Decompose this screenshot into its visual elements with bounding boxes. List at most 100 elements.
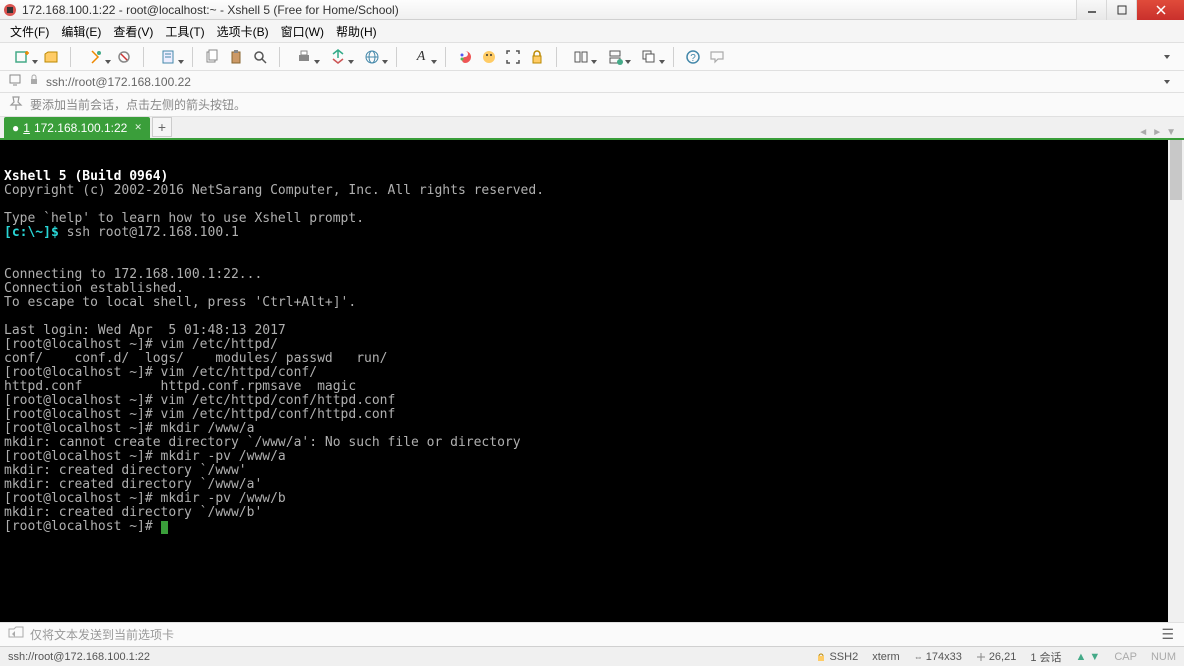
copy-button[interactable]	[203, 48, 221, 66]
status-ssh: SSH2	[816, 651, 858, 663]
menu-help[interactable]: 帮助(H)	[336, 23, 377, 40]
send-placeholder[interactable]: 仅将文本发送到当前选项卡	[30, 626, 174, 643]
statusbar: ssh://root@172.168.100.1:22 SSH2 xterm ⇔…	[0, 646, 1184, 666]
menu-tabs[interactable]: 选项卡(B)	[217, 23, 269, 40]
terminal-line	[4, 198, 1180, 212]
infobar: 要添加当前会话，点击左侧的箭头按钮。	[0, 93, 1184, 117]
tab-label: 172.168.100.1:22	[34, 121, 127, 135]
fullscreen-button[interactable]	[504, 48, 522, 66]
lock-button[interactable]	[528, 48, 546, 66]
tab-close-icon[interactable]: ✕	[134, 122, 142, 133]
find-button[interactable]	[251, 48, 269, 66]
color-scheme-button[interactable]	[456, 48, 474, 66]
app-icon	[2, 2, 18, 18]
tab-prev-icon[interactable]: ◄	[1138, 127, 1148, 138]
minimize-button[interactable]	[1076, 0, 1106, 20]
addressbar: ssh://root@172.168.100.22	[0, 71, 1184, 93]
status-cap: CAP	[1114, 651, 1137, 663]
help-button[interactable]: ?	[684, 48, 702, 66]
window-title: 172.168.100.1:22 - root@localhost:~ - Xs…	[22, 3, 399, 17]
svg-text:?: ?	[690, 53, 696, 64]
close-button[interactable]	[1136, 0, 1184, 20]
menu-tools[interactable]: 工具(T)	[165, 23, 204, 40]
language-button[interactable]	[358, 48, 386, 66]
menubar: 文件(F) 编辑(E) 查看(V) 工具(T) 选项卡(B) 窗口(W) 帮助(…	[0, 20, 1184, 43]
arrange-h-button[interactable]	[567, 48, 595, 66]
status-pos: 26,21	[976, 651, 1017, 663]
status-arrows[interactable]: ▲ ▼	[1076, 651, 1101, 663]
terminal-line: Last login: Wed Apr 5 01:48:13 2017	[4, 324, 1180, 338]
terminal-line: [root@localhost ~]# vim /etc/httpd/conf/…	[4, 394, 1180, 408]
pin-icon[interactable]	[8, 95, 24, 114]
terminal-line	[4, 254, 1180, 268]
toolbar: A ?	[0, 43, 1184, 71]
scrollbar-vertical[interactable]	[1168, 140, 1184, 622]
disconnect-button[interactable]	[115, 48, 133, 66]
open-button[interactable]	[42, 48, 60, 66]
tab-active[interactable]: ● 1 172.168.100.1:22 ✕	[4, 117, 150, 138]
hamburger-icon[interactable]: ☰	[1161, 626, 1174, 643]
terminal-line	[4, 240, 1180, 254]
titlebar: 172.168.100.1:22 - root@localhost:~ - Xs…	[0, 0, 1184, 20]
terminal-line: Connecting to 172.168.100.1:22...	[4, 268, 1180, 282]
paste-button[interactable]	[227, 48, 245, 66]
properties-button[interactable]	[154, 48, 182, 66]
terminal-line: mkdir: cannot create directory `/www/a':…	[4, 436, 1180, 450]
reconnect-button[interactable]	[81, 48, 109, 66]
status-sessions: 1 会话	[1030, 649, 1061, 665]
sendbar: 仅将文本发送到当前选项卡 ☰	[0, 622, 1184, 646]
toolbar-dropdown[interactable]	[1158, 48, 1176, 66]
terminal-line: Type `help' to learn how to use Xshell p…	[4, 212, 1180, 226]
lock-small-icon	[28, 74, 40, 89]
terminal-line: To escape to local shell, press 'Ctrl+Al…	[4, 296, 1180, 310]
host-icon	[8, 73, 22, 90]
tab-number: 1	[23, 121, 30, 135]
new-session-button[interactable]	[8, 48, 36, 66]
terminal-line: Copyright (c) 2002-2016 NetSarang Comput…	[4, 184, 1180, 198]
print-button[interactable]	[290, 48, 318, 66]
menu-file[interactable]: 文件(F)	[10, 23, 49, 40]
transfer-button[interactable]	[324, 48, 352, 66]
terminal-line: conf/ conf.d/ logs/ modules/ passwd run/	[4, 352, 1180, 366]
tab-bullet-icon: ●	[12, 121, 19, 135]
send-icon[interactable]	[8, 626, 24, 643]
terminal-line: httpd.conf httpd.conf.rpmsave magic	[4, 380, 1180, 394]
menu-edit[interactable]: 编辑(E)	[61, 23, 101, 40]
font-button[interactable]: A	[407, 48, 435, 66]
window-buttons	[1076, 0, 1184, 20]
terminal-line: mkdir: created directory `/www/a'	[4, 478, 1180, 492]
tab-next-icon[interactable]: ►	[1152, 127, 1162, 138]
status-address: ssh://root@172.168.100.1:22	[8, 651, 802, 663]
terminal-line: Xshell 5 (Build 0964)	[4, 170, 1180, 184]
terminal-line: [root@localhost ~]#	[4, 520, 1180, 534]
address-dropdown[interactable]	[1158, 73, 1176, 91]
terminal-line: [c:\~]$ ssh root@172.168.100.1	[4, 226, 1180, 240]
chat-button[interactable]	[708, 48, 726, 66]
terminal-line: [root@localhost ~]# mkdir /www/a	[4, 422, 1180, 436]
terminal-line: [root@localhost ~]# vim /etc/httpd/conf/	[4, 366, 1180, 380]
script-button[interactable]	[480, 48, 498, 66]
terminal-line: [root@localhost ~]# mkdir -pv /www/a	[4, 450, 1180, 464]
terminal-line: [root@localhost ~]# vim /etc/httpd/conf/…	[4, 408, 1180, 422]
terminal-line: mkdir: created directory `/www'	[4, 464, 1180, 478]
status-num: NUM	[1151, 651, 1176, 663]
terminal-line: [root@localhost ~]# mkdir -pv /www/b	[4, 492, 1180, 506]
terminal-line	[4, 310, 1180, 324]
arrange-v-button[interactable]	[601, 48, 629, 66]
terminal[interactable]: Xshell 5 (Build 0964)Copyright (c) 2002-…	[0, 140, 1184, 622]
tab-nav: ◄ ► ▼	[1138, 127, 1176, 138]
maximize-button[interactable]	[1106, 0, 1136, 20]
tab-add-button[interactable]: +	[152, 117, 172, 137]
terminal-line: [root@localhost ~]# vim /etc/httpd/	[4, 338, 1180, 352]
status-term: xterm	[872, 651, 900, 663]
status-size: ⇔ 174x33	[914, 651, 962, 663]
tab-list-icon[interactable]: ▼	[1166, 127, 1176, 138]
terminal-line: mkdir: created directory `/www/b'	[4, 506, 1180, 520]
tabbar: ● 1 172.168.100.1:22 ✕ + ◄ ► ▼	[0, 117, 1184, 140]
terminal-line: Connection established.	[4, 282, 1180, 296]
menu-view[interactable]: 查看(V)	[113, 23, 153, 40]
info-hint-text: 要添加当前会话，点击左侧的箭头按钮。	[30, 96, 246, 113]
address-text[interactable]: ssh://root@172.168.100.22	[46, 75, 191, 89]
cascade-button[interactable]	[635, 48, 663, 66]
menu-window[interactable]: 窗口(W)	[281, 23, 324, 40]
